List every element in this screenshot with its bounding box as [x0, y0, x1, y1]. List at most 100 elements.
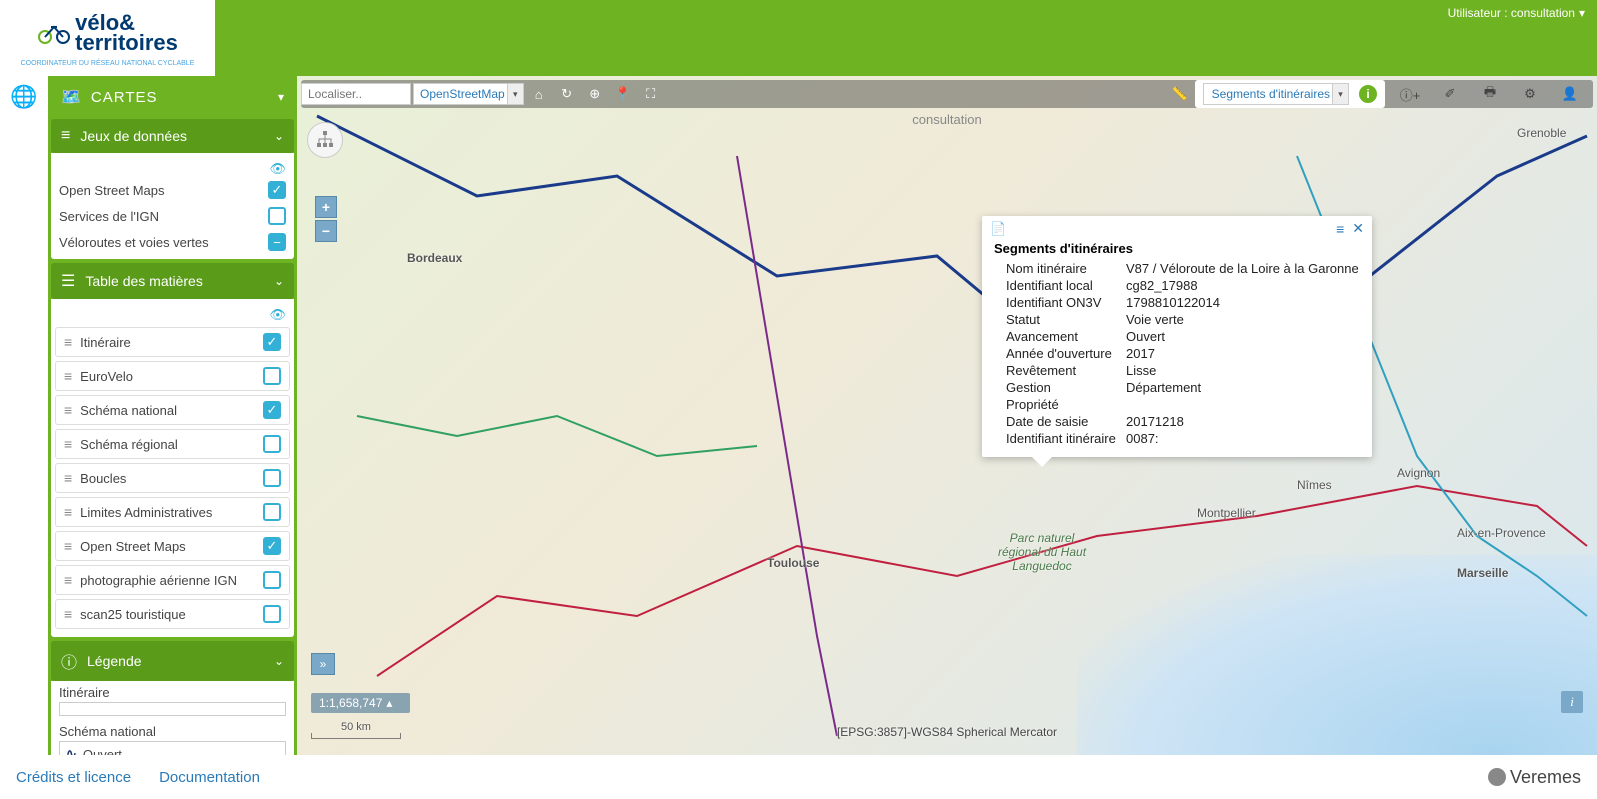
map-info-button[interactable]: i [1561, 691, 1583, 713]
toc-item[interactable]: ≡Open Street Maps✓ [55, 531, 290, 561]
user-label: Utilisateur : consultation [1448, 6, 1575, 20]
checkbox[interactable] [263, 435, 281, 453]
main: 🌐 🗺️ CARTES ▾ ≡ Jeux de données ⌄ 👁 Open… [0, 76, 1597, 755]
checkbox[interactable]: ✓ [263, 401, 281, 419]
expand-button[interactable]: » [311, 653, 335, 675]
close-button[interactable]: ✕ [1352, 220, 1364, 237]
refresh-button[interactable]: ↻ [554, 83, 580, 105]
feature-popup: 📄 ≡ ✕ Segments d'itinéraires Nom itinéra… [982, 216, 1372, 457]
left-rail: 🌐 [0, 76, 48, 755]
city-label: Bordeaux [407, 251, 462, 265]
logo-subtitle: COORDINATEUR DU RÉSEAU NATIONAL CYCLABLE [21, 60, 195, 67]
chevron-down-icon: ⌄ [274, 654, 284, 668]
settings-button[interactable]: ⚙ [1517, 83, 1543, 105]
segment-select[interactable]: Segments d'itinéraires▾ [1203, 83, 1349, 105]
user-button[interactable]: 👤 [1557, 83, 1583, 105]
dataset-item[interactable]: Véloroutes et voies vertes − [51, 229, 294, 255]
print-button[interactable]: 🖶 [1477, 83, 1503, 105]
popup-row: RevêtementLisse [1006, 362, 1360, 379]
toc-item[interactable]: ≡Schéma national✓ [55, 395, 290, 425]
popup-row: GestionDépartement [1006, 379, 1360, 396]
drag-icon[interactable]: ≡ [64, 470, 72, 486]
zoom-in-button[interactable]: + [315, 196, 337, 218]
tree-button[interactable] [307, 122, 343, 158]
toc-item[interactable]: ≡Boucles [55, 463, 290, 493]
cartes-label: CARTES [91, 89, 278, 106]
datasets-header[interactable]: ≡ Jeux de données ⌄ [51, 119, 294, 153]
database-icon: ≡ [61, 127, 70, 145]
popup-row: Date de saisie20171218 [1006, 413, 1360, 430]
info-plus-button[interactable]: ⓘ+ [1397, 83, 1423, 105]
toc-item[interactable]: ≡Limites Administratives [55, 497, 290, 527]
drag-icon[interactable]: ≡ [64, 368, 72, 384]
popup-row: Identifiant ON3V1798810122014 [1006, 294, 1360, 311]
drag-icon[interactable]: ≡ [64, 538, 72, 554]
drag-icon[interactable]: ≡ [64, 606, 72, 622]
dataset-item[interactable]: Services de l'IGN [51, 203, 294, 229]
popup-row: Identifiant itinéraire0087: [1006, 430, 1360, 447]
checkbox[interactable] [268, 207, 286, 225]
zoom-out-button[interactable]: − [315, 220, 337, 242]
info-icon[interactable]: i [1359, 85, 1377, 103]
toc-item[interactable]: ≡scan25 touristique [55, 599, 290, 629]
toc-item[interactable]: ≡photographie aérienne IGN [55, 565, 290, 595]
ruler-button[interactable]: 📏 [1167, 83, 1193, 105]
city-label: Aix-en-Provence [1457, 526, 1546, 540]
list-button[interactable]: ≡ [1336, 221, 1344, 237]
map-icon: 🗺️ [61, 87, 81, 107]
locate-input[interactable] [301, 83, 411, 105]
toc-item[interactable]: ≡Itinéraire✓ [55, 327, 290, 357]
locate-source-select[interactable]: OpenStreetMap▾ [413, 83, 524, 105]
cartes-header[interactable]: 🗺️ CARTES ▾ [51, 79, 294, 115]
checkbox[interactable] [263, 571, 281, 589]
right-tools: ⓘ+ ✐ 🖶 ⚙ 👤 [1387, 83, 1593, 105]
user-menu[interactable]: Utilisateur : consultation▾ [1448, 6, 1585, 20]
vendor-logo: Veremes [1488, 767, 1581, 788]
docs-link[interactable]: Documentation [159, 769, 260, 786]
drag-icon[interactable]: ≡ [64, 436, 72, 452]
line-icon: ∿ [66, 746, 77, 755]
checkbox[interactable]: ✓ [268, 181, 286, 199]
top-banner: vélo& territoires COORDINATEUR DU RÉSEAU… [0, 0, 1597, 76]
checkbox[interactable]: − [268, 233, 286, 251]
drag-icon[interactable]: ≡ [64, 334, 72, 350]
checkbox[interactable] [263, 503, 281, 521]
legend-header[interactable]: ⓘ Légende ⌄ [51, 641, 294, 681]
drag-icon[interactable]: ≡ [64, 504, 72, 520]
checkbox[interactable] [263, 367, 281, 385]
city-label: Toulouse [767, 556, 819, 570]
globe-icon[interactable]: 🌐 [0, 84, 48, 110]
popup-row: Identifiant localcg82_17988 [1006, 277, 1360, 294]
drag-icon[interactable]: ≡ [64, 402, 72, 418]
pin-button[interactable]: 📍 [610, 83, 636, 105]
checkbox[interactable] [263, 605, 281, 623]
map-canvas[interactable]: Bordeaux Toulouse Montpellier Nîmes Avig… [297, 76, 1597, 755]
popup-tail [1032, 457, 1052, 467]
eye-icon[interactable]: 👁 [269, 307, 286, 322]
home-button[interactable]: ⌂ [526, 83, 552, 105]
segment-tool: Segments d'itinéraires▾ i [1195, 80, 1385, 108]
toc-header[interactable]: ☰ Table des matières ⌄ [51, 263, 294, 299]
chevron-down-icon: ⌄ [274, 129, 284, 143]
checkbox[interactable] [263, 469, 281, 487]
checkbox[interactable]: ✓ [263, 537, 281, 555]
scale-bar: 50 km [311, 721, 401, 739]
layers-icon: ☰ [61, 271, 75, 291]
toc-item[interactable]: ≡EuroVelo [55, 361, 290, 391]
toc-item[interactable]: ≡Schéma régional [55, 429, 290, 459]
city-label: Avignon [1397, 466, 1440, 480]
legend-group-title: Schéma national [59, 724, 286, 739]
legend-group: Itinéraire [51, 681, 294, 720]
datasets-section: 👁 Open Street Maps ✓ Services de l'IGN V… [51, 153, 294, 259]
scale-ratio[interactable]: 1:1,658,747▴ [311, 693, 410, 713]
globe-button[interactable]: ⊕ [582, 83, 608, 105]
eye-icon[interactable]: 👁 [269, 161, 286, 176]
checkbox[interactable]: ✓ [263, 333, 281, 351]
fullscreen-button[interactable]: ⛶ [638, 83, 664, 105]
city-label: Nîmes [1297, 478, 1332, 492]
edit-button[interactable]: ✐ [1437, 83, 1463, 105]
credits-link[interactable]: Crédits et licence [16, 769, 131, 786]
zoom-control: + − [315, 196, 337, 242]
dataset-item[interactable]: Open Street Maps ✓ [51, 177, 294, 203]
drag-icon[interactable]: ≡ [64, 572, 72, 588]
